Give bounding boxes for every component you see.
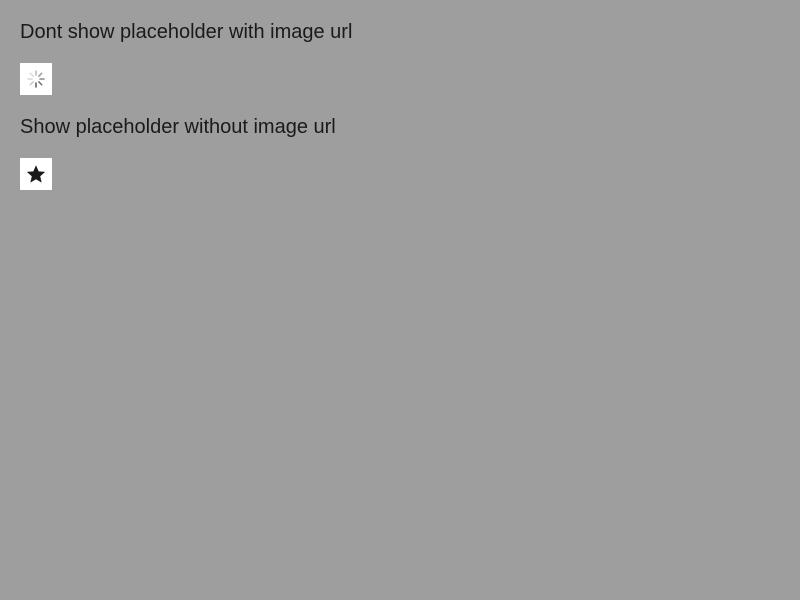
star-icon (25, 163, 47, 185)
image-with-url (20, 63, 52, 95)
loading-spinner-icon (26, 69, 46, 89)
section-label-with-url: Dont show placeholder with image url (20, 21, 353, 43)
section-label-without-url: Show placeholder without image url (20, 116, 336, 138)
image-placeholder-without-url (20, 158, 52, 190)
